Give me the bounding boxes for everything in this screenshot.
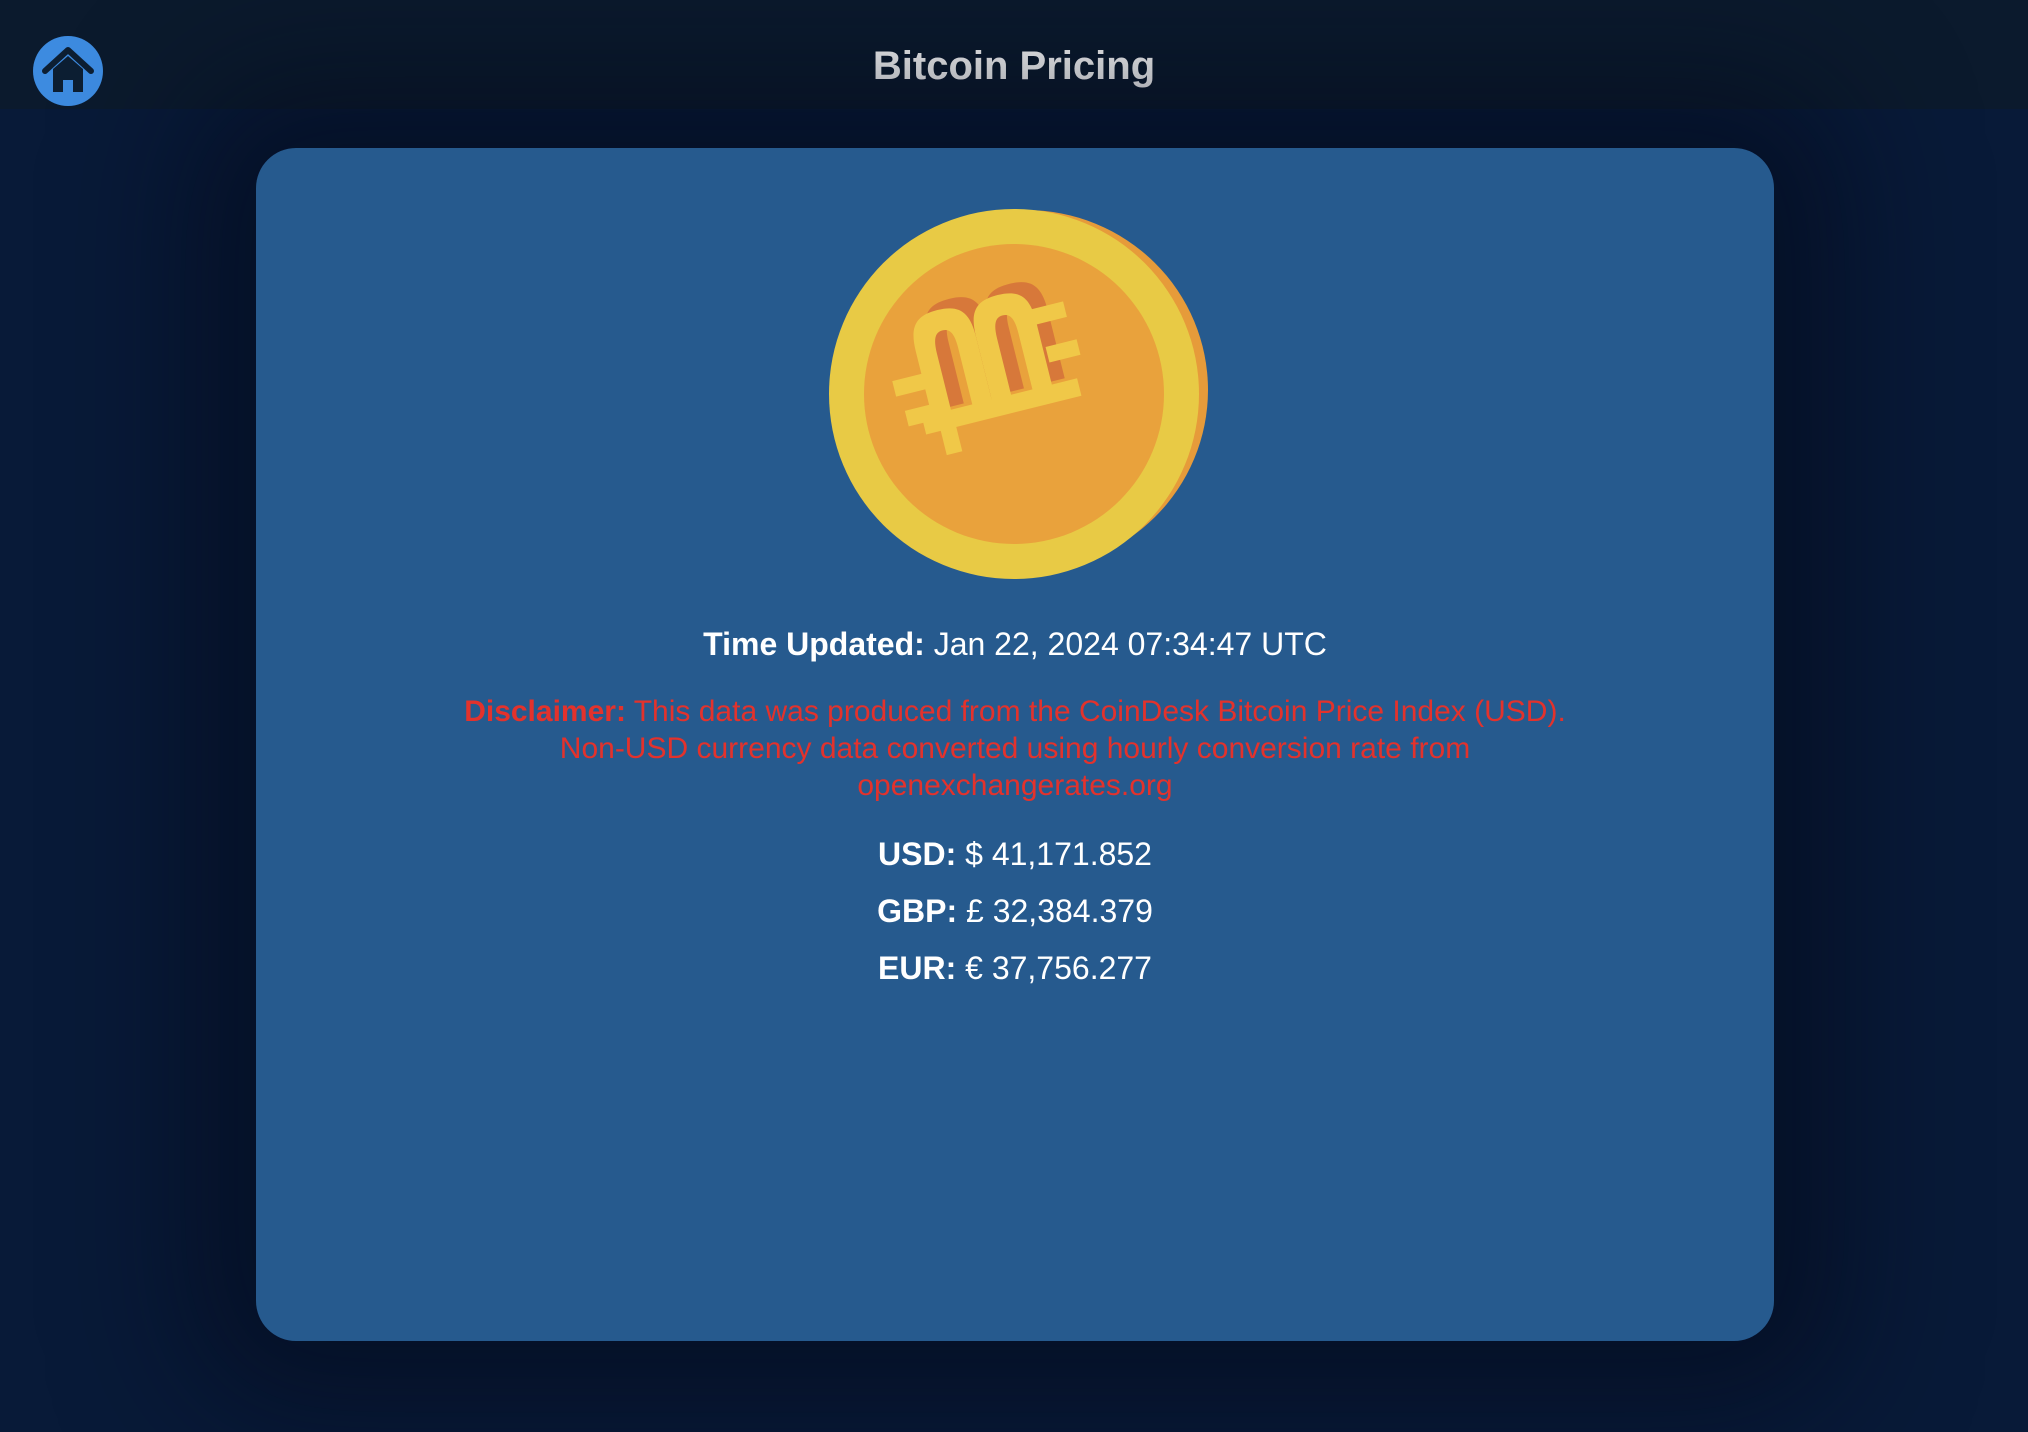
page-title: Bitcoin Pricing — [872, 44, 1156, 88]
price-value-usd: $ 41,171.852 — [965, 836, 1152, 872]
price-value-eur: € 37,756.277 — [965, 950, 1152, 986]
price-row-eur: EUR: € 37,756.277 — [256, 948, 1774, 988]
price-value-gbp: £ 32,384.379 — [966, 893, 1153, 929]
time-updated-value: Jan 22, 2024 07:34:47 UTC — [933, 626, 1327, 662]
time-updated: Time Updated: Jan 22, 2024 07:34:47 UTC — [256, 624, 1774, 664]
price-card: Time Updated: Jan 22, 2024 07:34:47 UTC … — [256, 148, 1774, 1341]
price-label-usd: USD: — [878, 836, 957, 872]
disclaimer-text: This data was produced from the CoinDesk… — [559, 695, 1566, 802]
price-row-usd: USD: $ 41,171.852 — [256, 834, 1774, 874]
header-bar: Bitcoin Pricing — [0, 0, 2028, 109]
disclaimer: Disclaimer: This data was produced from … — [456, 693, 1574, 804]
disclaimer-label: Disclaimer: — [464, 695, 626, 728]
price-label-eur: EUR: — [878, 950, 957, 986]
price-row-gbp: GBP: £ 32,384.379 — [256, 891, 1774, 931]
price-label-gbp: GBP: — [877, 893, 958, 929]
bitcoin-coin-icon — [824, 204, 1214, 580]
time-updated-label: Time Updated: — [703, 626, 925, 662]
